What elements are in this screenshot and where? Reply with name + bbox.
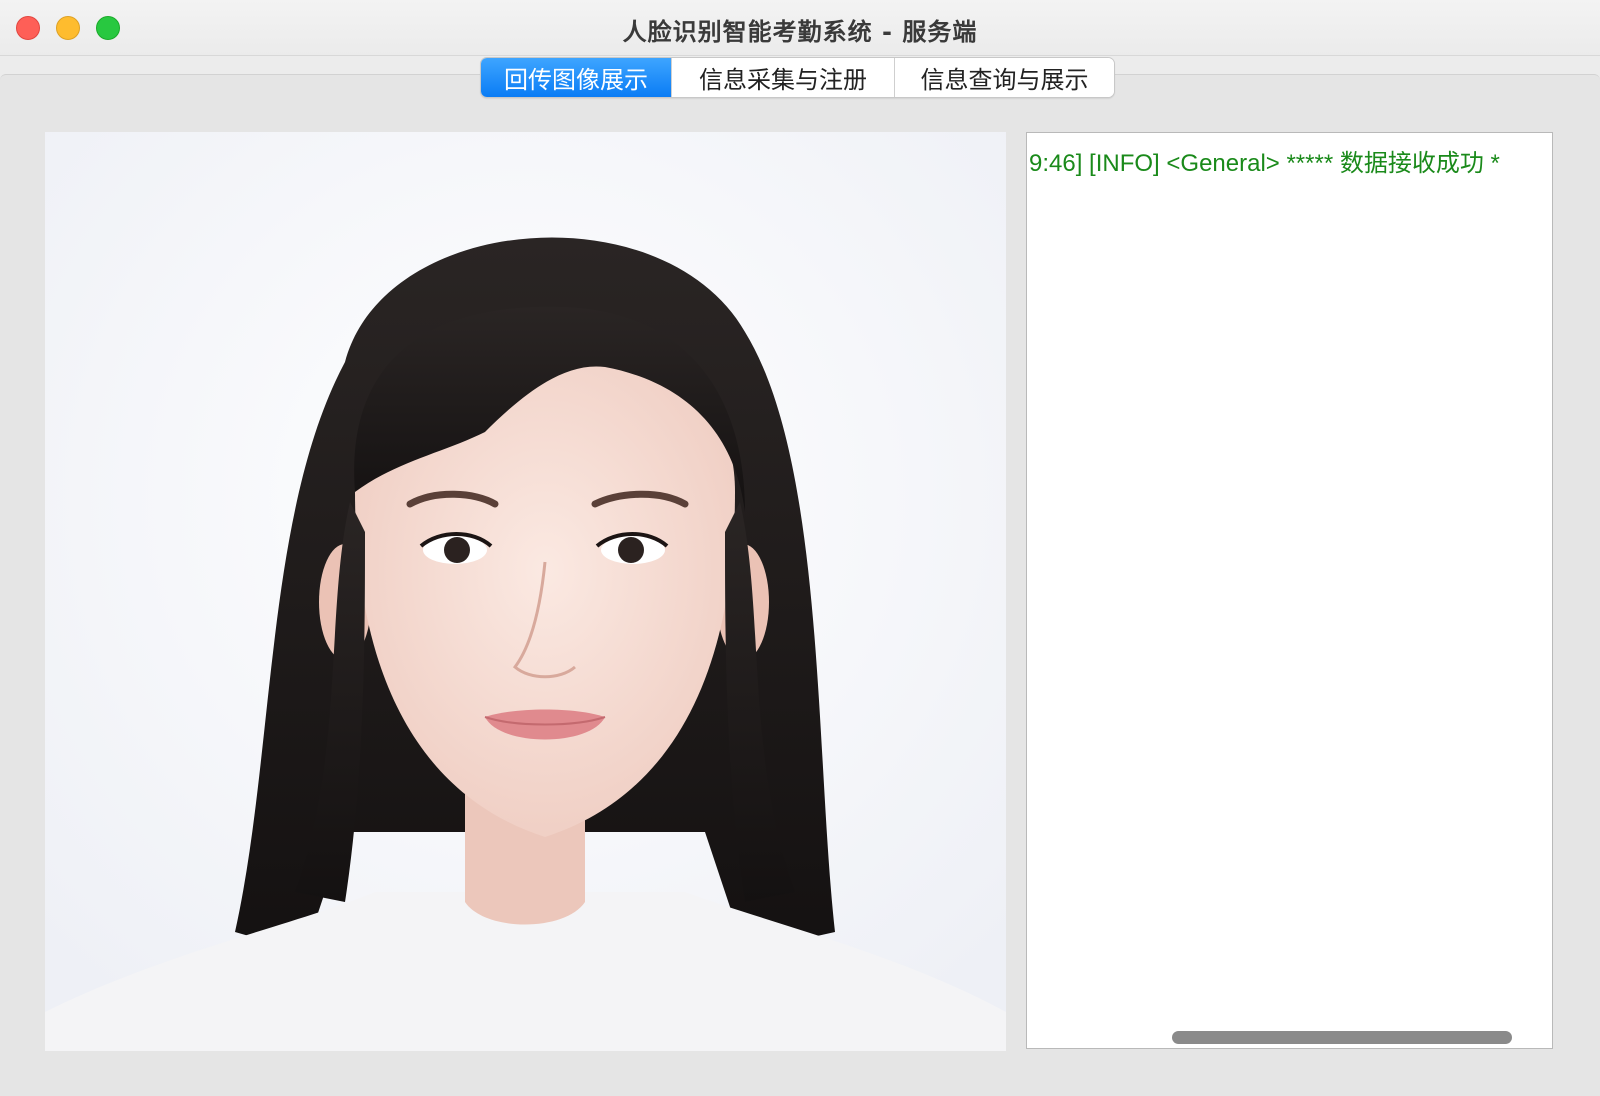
app-window: 人脸识别智能考勤系统 - 服务端 回传图像展示 信息采集与注册 信息查询与展示	[0, 0, 1600, 1096]
log-line: 9:46] [INFO] <General> ***** 数据接收成功 *	[1029, 150, 1500, 177]
image-display-panel	[45, 132, 1006, 1051]
log-panel[interactable]: 9:46] [INFO] <General> ***** 数据接收成功 *	[1026, 132, 1553, 1049]
window-title: 人脸识别智能考勤系统 - 服务端	[622, 18, 978, 46]
tab-image-display[interactable]: 回传图像展示	[481, 58, 672, 97]
tab-info-registration[interactable]: 信息采集与注册	[672, 58, 895, 97]
horizontal-scrollbar[interactable]	[1172, 1031, 1512, 1044]
tab-bar: 回传图像展示 信息采集与注册 信息查询与展示	[480, 57, 1115, 98]
title-bar: 人脸识别智能考勤系统 - 服务端	[0, 0, 1600, 56]
face-photo	[45, 132, 1006, 1051]
tab-info-query[interactable]: 信息查询与展示	[895, 58, 1114, 97]
